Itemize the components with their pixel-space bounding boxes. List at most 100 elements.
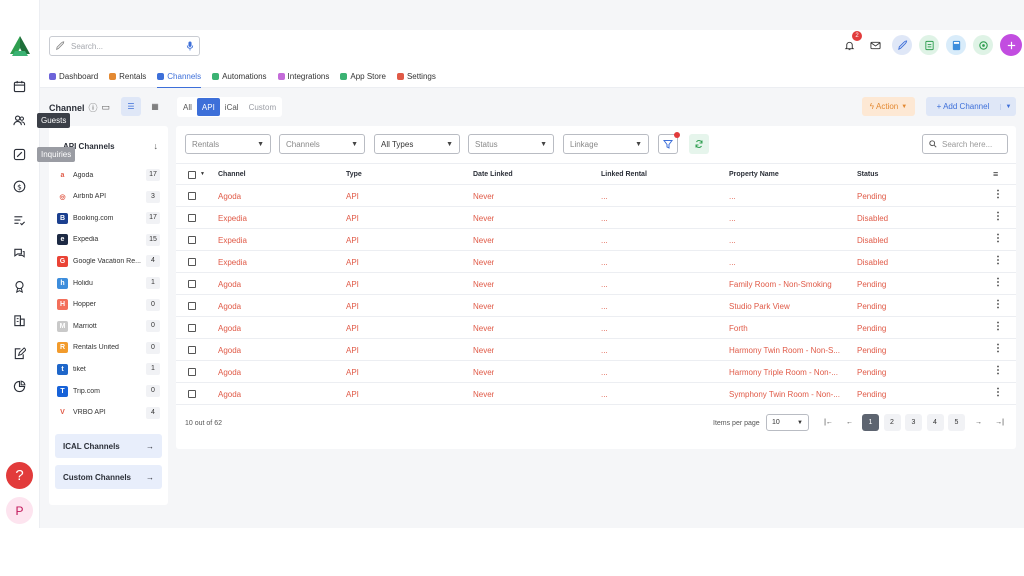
cell-channel[interactable]: Agoda: [218, 368, 241, 377]
calculator-button[interactable]: [946, 35, 966, 55]
table-row[interactable]: Agoda API Never... Symphony Twin Room - Non…: [176, 383, 1016, 405]
row-checkbox[interactable]: [188, 236, 196, 244]
tab-integrations[interactable]: Integrations: [277, 66, 329, 88]
cell-channel[interactable]: Agoda: [218, 302, 241, 311]
notifications-button[interactable]: 2: [839, 31, 862, 55]
advanced-filter-button[interactable]: [658, 132, 680, 154]
row-checkbox[interactable]: [188, 324, 196, 332]
refresh-button[interactable]: [689, 134, 709, 154]
column-channel[interactable]: Channel: [218, 171, 246, 178]
status-filter[interactable]: Status ▼: [468, 134, 554, 154]
table-row[interactable]: Expedia API Never...... Disabled ⋮: [176, 207, 1016, 229]
edit-document-icon[interactable]: [10, 344, 28, 362]
tab-app-store[interactable]: App Store: [340, 66, 386, 88]
global-search[interactable]: Search...: [49, 36, 200, 56]
tab-settings[interactable]: Settings: [396, 66, 436, 88]
cell-channel[interactable]: Agoda: [218, 390, 241, 399]
sidebar-item-trip-com[interactable]: T Trip.com 0: [57, 383, 160, 399]
tab-all[interactable]: All: [178, 98, 197, 116]
page-button-2[interactable]: 2: [883, 414, 901, 431]
search-input[interactable]: Search...: [71, 42, 186, 51]
microphone-icon[interactable]: [186, 41, 194, 51]
prev-page-button[interactable]: ←: [841, 414, 858, 431]
help-circle-icon[interactable]: ⓘ: [89, 101, 98, 114]
linkage-filter[interactable]: Linkage ▼: [563, 134, 649, 154]
cell-channel[interactable]: Agoda: [218, 192, 241, 201]
channels-filter[interactable]: Channels ▼: [279, 134, 365, 154]
messages-icon[interactable]: [10, 244, 28, 262]
dollar-icon[interactable]: $: [10, 177, 28, 195]
create-button[interactable]: [1000, 34, 1022, 56]
types-filter[interactable]: All Types ▼: [374, 134, 460, 154]
ical-channels-button[interactable]: ICAL Channels →: [55, 434, 162, 458]
sidebar-item-airbnb-api[interactable]: ◎ Airbnb API 3: [57, 189, 160, 205]
tab-dashboard[interactable]: Dashboard: [49, 66, 98, 88]
rocket-button[interactable]: [892, 35, 912, 55]
row-checkbox[interactable]: [188, 214, 196, 222]
column-status[interactable]: Status: [857, 171, 878, 178]
table-row[interactable]: Agoda API Never... Harmony Triple Room - No…: [176, 361, 1016, 383]
column-type[interactable]: Type: [346, 171, 362, 178]
video-icon[interactable]: ▭: [102, 102, 111, 113]
sidebar-item-marriott[interactable]: M Marriott 0: [57, 318, 160, 334]
row-checkbox[interactable]: [188, 192, 196, 200]
next-page-button[interactable]: →: [970, 414, 987, 431]
row-menu-icon[interactable]: ⋮: [993, 321, 1003, 332]
cell-property-name[interactable]: Harmony Triple Room - Non-...: [729, 368, 838, 377]
app-logo[interactable]: [6, 34, 34, 58]
add-channel-button[interactable]: + Add Channel ▼: [926, 97, 1016, 116]
table-row[interactable]: Agoda API Never... Forth Pending ⋮: [176, 317, 1016, 339]
cell-property-name[interactable]: Studio Park View: [729, 302, 790, 311]
cell-channel[interactable]: Agoda: [218, 346, 241, 355]
tab-automations[interactable]: Automations: [212, 66, 267, 88]
cell-property-name[interactable]: Family Room - Non-Smoking: [729, 280, 832, 289]
table-row[interactable]: Agoda API Never... Harmony Twin Room - Non-…: [176, 339, 1016, 361]
cell-property-name[interactable]: Forth: [729, 324, 748, 333]
sidebar-item-booking-com[interactable]: B Booking.com 17: [57, 210, 160, 226]
sidebar-item-expedia[interactable]: e Expedia 15: [57, 232, 160, 248]
grid-view-icon[interactable]: ▦: [145, 97, 165, 116]
cell-channel[interactable]: Agoda: [218, 280, 241, 289]
sort-down-icon[interactable]: ↓: [154, 141, 159, 151]
cell-channel[interactable]: Expedia: [218, 236, 247, 245]
row-checkbox[interactable]: [188, 390, 196, 398]
items-per-page-select[interactable]: 10 ▼: [766, 414, 809, 431]
sidebar-item-agoda[interactable]: a Agoda 17: [57, 167, 160, 183]
rentals-filter[interactable]: Rentals ▼: [185, 134, 271, 154]
sheet-button[interactable]: [919, 35, 939, 55]
row-menu-icon[interactable]: ⋮: [993, 255, 1003, 266]
table-search-input[interactable]: Search here...: [942, 140, 992, 149]
action-button[interactable]: ϟ Action ▼: [862, 97, 915, 116]
sidebar-item-vrbo-api[interactable]: V VRBO API 4: [57, 405, 160, 421]
reports-pie-icon[interactable]: [10, 377, 28, 395]
column-property-name[interactable]: Property Name: [729, 171, 779, 178]
sidebar-item-holidu[interactable]: h Holidu 1: [57, 275, 160, 291]
tab-api[interactable]: API: [196, 98, 220, 116]
cell-property-name[interactable]: ...: [729, 214, 736, 223]
row-menu-icon[interactable]: ⋮: [993, 189, 1003, 200]
tasks-icon[interactable]: [10, 211, 28, 229]
last-page-button[interactable]: →|: [991, 414, 1008, 431]
guests-icon[interactable]: [10, 111, 28, 129]
cell-property-name[interactable]: ...: [729, 236, 736, 245]
sidebar-item-tiket[interactable]: t tiket 1: [57, 361, 160, 377]
mail-button[interactable]: [865, 35, 885, 55]
tab-rentals[interactable]: Rentals: [109, 66, 146, 88]
support-button[interactable]: [973, 35, 993, 55]
cell-property-name[interactable]: Harmony Twin Room - Non-S...: [729, 346, 840, 355]
column-settings-icon[interactable]: ≡: [993, 169, 998, 179]
row-checkbox[interactable]: [188, 280, 196, 288]
row-checkbox[interactable]: [188, 368, 196, 376]
table-row[interactable]: Expedia API Never...... Disabled ⋮: [176, 251, 1016, 273]
cell-channel[interactable]: Expedia: [218, 214, 247, 223]
row-menu-icon[interactable]: ⋮: [993, 211, 1003, 222]
column-date-linked[interactable]: Date Linked: [473, 171, 513, 178]
cell-channel[interactable]: Expedia: [218, 258, 247, 267]
row-checkbox[interactable]: [188, 258, 196, 266]
column-linked-rental[interactable]: Linked Rental: [601, 171, 647, 178]
row-menu-icon[interactable]: ⋮: [993, 299, 1003, 310]
table-row[interactable]: Agoda API Never...... Pending ⋮: [176, 185, 1016, 207]
page-button-1[interactable]: 1: [862, 414, 879, 431]
sidebar-item-rentals-united[interactable]: R Rentals United 0: [57, 340, 160, 356]
cell-channel[interactable]: Agoda: [218, 324, 241, 333]
